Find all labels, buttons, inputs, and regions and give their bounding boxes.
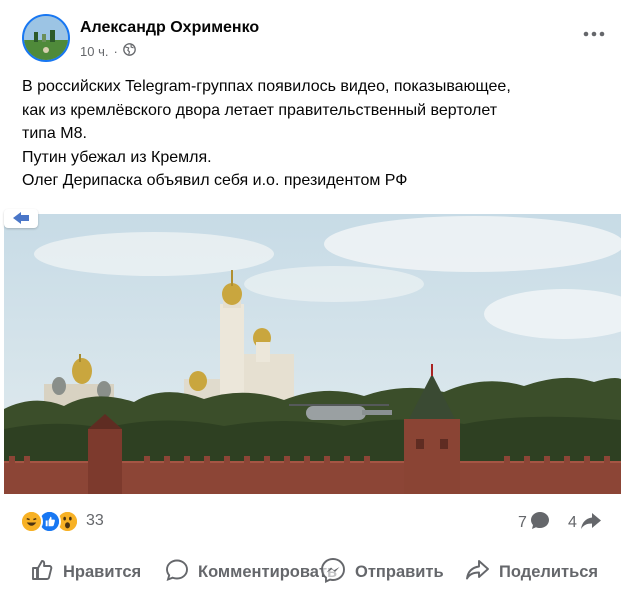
post-text-line: В российских Telegram-группах появилось … [22, 78, 511, 95]
messenger-icon [320, 557, 346, 588]
haha-reaction-icon [20, 509, 43, 533]
comment-icon [165, 558, 189, 587]
comment-label: Комментировать [198, 562, 338, 581]
facebook-post: Александр Охрименко 10 ч. · В российских… [0, 0, 621, 595]
send-button[interactable]: Отправить [320, 552, 444, 592]
thumbs-up-icon [30, 558, 54, 587]
like-label: Нравится [63, 562, 142, 581]
globe-icon [122, 43, 136, 59]
comment-count-value: 7 [518, 514, 527, 531]
post-text-line: типа М8. [22, 125, 87, 142]
comment-bubble-icon [530, 511, 550, 535]
post-photo[interactable] [4, 214, 621, 494]
share-button[interactable]: Поделиться [465, 552, 598, 592]
share-label: Поделиться [499, 562, 599, 581]
post-text: В российских Telegram-группах появилось … [22, 75, 612, 193]
post-actions-bar: Нравится Комментировать Отправить Подели… [0, 552, 621, 592]
share-count-value: 4 [568, 514, 577, 531]
reaction-count: 33 [86, 512, 104, 529]
share-icon [465, 558, 490, 587]
author-name[interactable]: Александр Охрименко [80, 19, 259, 37]
reactions-summary[interactable]: 33 [20, 509, 104, 533]
post-stats: 33 7 4 [20, 506, 610, 536]
post-text-line: Олег Дерипаска объявил себя и.о. президе… [22, 172, 408, 189]
shares-count[interactable]: 4 [568, 511, 602, 535]
post-text-line: Путин убежал из Кремля. [22, 148, 212, 166]
send-label: Отправить [355, 562, 444, 581]
meta-separator: · [113, 43, 118, 59]
post-header: Александр Охрименко 10 ч. · [22, 14, 612, 66]
author-avatar[interactable] [22, 14, 70, 62]
post-text-line: как из кремлёвского двора летает правите… [22, 101, 498, 119]
post-meta: 10 ч. · [80, 43, 136, 59]
more-options-icon[interactable] [582, 26, 606, 42]
comment-button[interactable]: Комментировать [165, 552, 337, 592]
comments-count[interactable]: 7 [518, 511, 550, 535]
like-button[interactable]: Нравится [30, 552, 141, 592]
video-badge-icon [4, 209, 38, 228]
post-time[interactable]: 10 ч. [80, 44, 108, 59]
share-arrow-icon [580, 511, 602, 535]
